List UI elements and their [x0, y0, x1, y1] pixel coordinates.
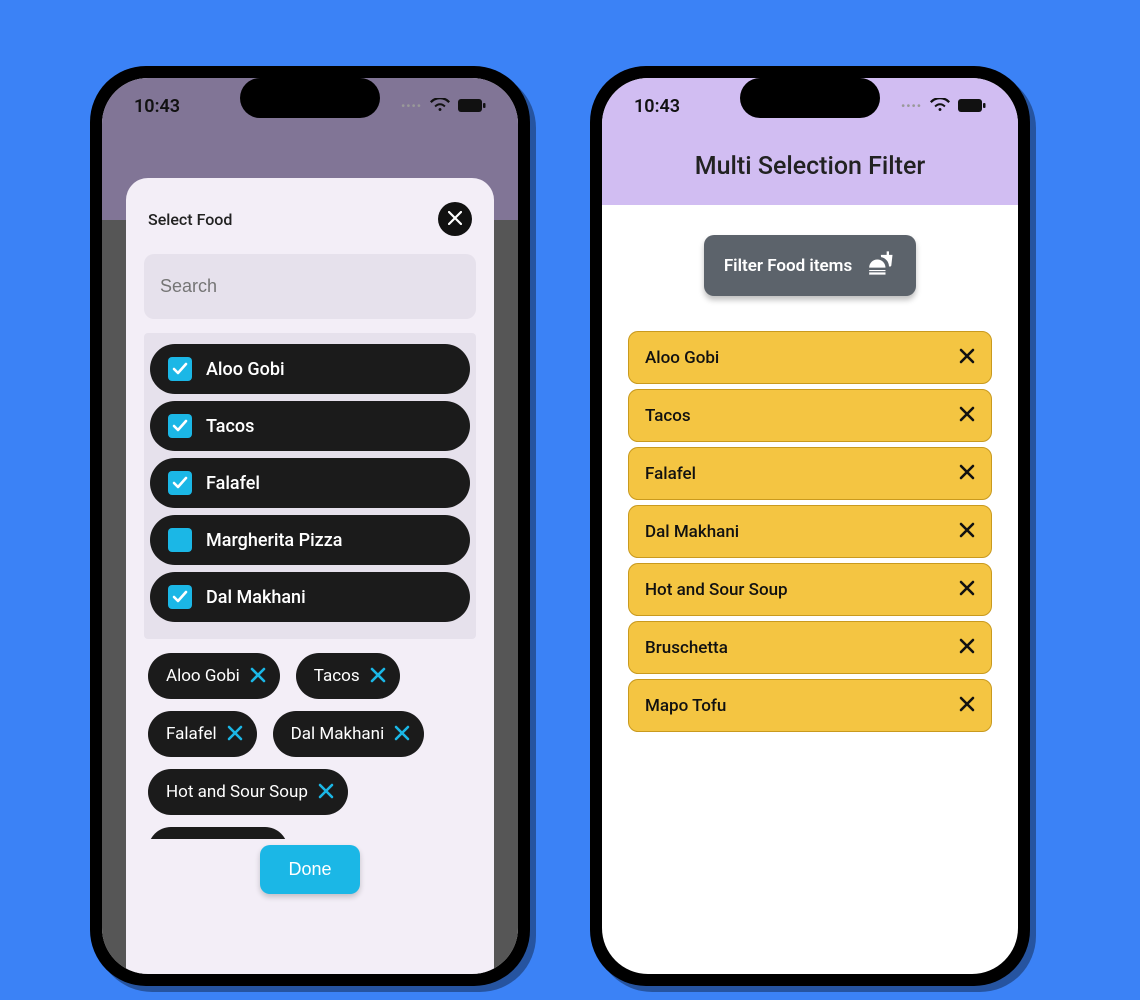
option-label: Falafel	[206, 473, 260, 494]
search-input[interactable]	[144, 254, 476, 319]
option-label: Dal Makhani	[206, 587, 306, 608]
device-notch	[240, 78, 380, 118]
wifi-icon	[430, 96, 450, 117]
option-label: Margherita Pizza	[206, 530, 343, 551]
option-row[interactable]: Falafel	[150, 458, 470, 508]
selected-chip: Bruschetta	[148, 827, 288, 839]
wifi-icon	[930, 96, 950, 117]
done-button[interactable]: Done	[260, 845, 359, 894]
card-label: Tacos	[645, 406, 691, 426]
checkbox[interactable]	[168, 528, 192, 552]
chip-label: Dal Makhani	[291, 724, 385, 744]
cellular-dots-icon: ••••	[401, 99, 422, 113]
remove-chip-icon[interactable]	[250, 664, 266, 688]
remove-card-icon[interactable]	[959, 693, 975, 718]
selected-card-list: Aloo Gobi Tacos Falafel Dal Makhani Hot and …	[628, 326, 992, 737]
remove-chip-icon[interactable]	[394, 722, 410, 746]
selected-card: Mapo Tofu	[628, 679, 992, 732]
selected-card: Tacos	[628, 389, 992, 442]
select-food-modal: Select Food Aloo Gobi Tacos Falafel Margher…	[126, 178, 494, 974]
checkbox[interactable]	[168, 414, 192, 438]
selected-card: Falafel	[628, 447, 992, 500]
filter-button-label: Filter Food items	[724, 256, 852, 276]
selected-card: Hot and Sour Soup	[628, 563, 992, 616]
options-list[interactable]: Aloo Gobi Tacos Falafel Margherita Pizza Dal…	[144, 333, 476, 639]
option-label: Aloo Gobi	[206, 359, 285, 380]
remove-chip-icon[interactable]	[370, 664, 386, 688]
selected-chip: Aloo Gobi	[148, 653, 280, 699]
phone-left: 10:43 •••• Select Food	[90, 66, 530, 986]
selected-chip: Hot and Sour Soup	[148, 769, 348, 815]
chip-label: Falafel	[166, 724, 217, 744]
selected-card: Dal Makhani	[628, 505, 992, 558]
remove-card-icon[interactable]	[959, 345, 975, 370]
filter-food-button[interactable]: Filter Food items	[704, 235, 916, 296]
selected-chip: Falafel	[148, 711, 257, 757]
modal-title: Select Food	[148, 210, 232, 229]
option-row[interactable]: Dal Makhani	[150, 572, 470, 622]
card-label: Bruschetta	[645, 638, 728, 658]
close-icon	[448, 210, 462, 229]
remove-card-icon[interactable]	[959, 635, 975, 660]
selected-card: Aloo Gobi	[628, 331, 992, 384]
option-row[interactable]: Aloo Gobi	[150, 344, 470, 394]
phone-right: 10:43 •••• Multi Selection Filter	[590, 66, 1030, 986]
remove-card-icon[interactable]	[959, 519, 975, 544]
status-time: 10:43	[634, 96, 680, 117]
card-label: Hot and Sour Soup	[645, 580, 788, 600]
card-label: Aloo Gobi	[645, 348, 719, 368]
option-label: Tacos	[206, 416, 254, 437]
remove-chip-icon[interactable]	[318, 780, 334, 804]
selected-chip: Dal Makhani	[273, 711, 425, 757]
checkbox[interactable]	[168, 357, 192, 381]
card-label: Falafel	[645, 464, 696, 484]
checkbox[interactable]	[168, 471, 192, 495]
page-title: Multi Selection Filter	[602, 134, 1018, 205]
chip-label: Aloo Gobi	[166, 666, 240, 686]
remove-chip-icon[interactable]	[227, 722, 243, 746]
chip-label: Hot and Sour Soup	[166, 782, 308, 802]
card-label: Mapo Tofu	[645, 696, 726, 716]
cellular-dots-icon: ••••	[901, 99, 922, 113]
status-time: 10:43	[134, 96, 180, 117]
remove-card-icon[interactable]	[959, 577, 975, 602]
close-button[interactable]	[438, 202, 472, 236]
remove-card-icon[interactable]	[959, 403, 975, 428]
checkbox[interactable]	[168, 585, 192, 609]
option-row[interactable]: Margherita Pizza	[150, 515, 470, 565]
fastfood-icon	[868, 249, 896, 282]
device-notch	[740, 78, 880, 118]
selected-chip: Tacos	[296, 653, 400, 699]
chip-label: Tacos	[314, 666, 360, 686]
card-label: Dal Makhani	[645, 522, 739, 542]
remove-card-icon[interactable]	[959, 461, 975, 486]
battery-icon	[958, 96, 986, 117]
selected-chip-row: Aloo Gobi Tacos Falafel Dal Makhani Hot and …	[144, 639, 476, 839]
selected-card: Bruschetta	[628, 621, 992, 674]
option-row[interactable]: Tacos	[150, 401, 470, 451]
battery-icon	[458, 96, 486, 117]
